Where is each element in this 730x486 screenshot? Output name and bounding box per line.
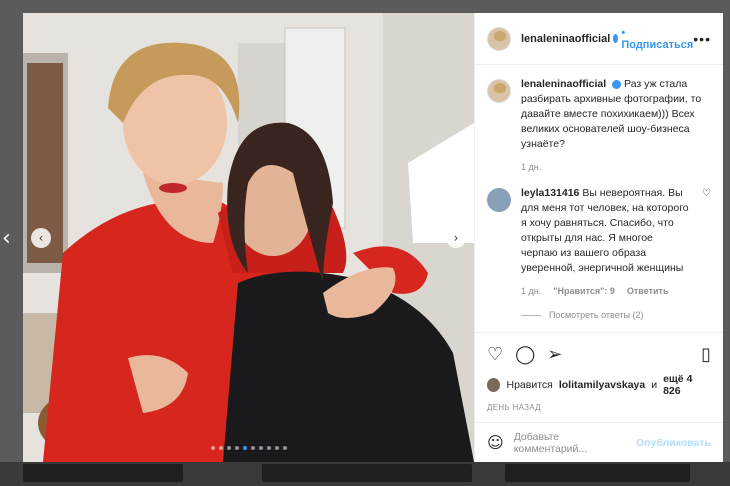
- caption-avatar[interactable]: [487, 79, 511, 103]
- carousel-dot[interactable]: [250, 446, 255, 450]
- carousel-dot-active[interactable]: [242, 446, 247, 450]
- post-actions: ♡ ◯ ➢ ▯ Нравится lolitamilyavskaya и ещё…: [475, 332, 723, 412]
- add-comment-bar: ☺ Добавьте комментарий... Опубликовать: [475, 422, 723, 462]
- share-icon[interactable]: ➢: [547, 344, 562, 365]
- likes-count[interactable]: ещё 4 826: [663, 373, 711, 397]
- add-comment-input[interactable]: Добавьте комментарий...: [514, 431, 626, 455]
- replies-divider: [521, 314, 541, 316]
- liker-avatar[interactable]: [487, 378, 501, 392]
- background-thumbnail: [262, 464, 472, 482]
- heart-icon[interactable]: ♡: [487, 344, 503, 365]
- author-avatar[interactable]: [487, 26, 511, 51]
- carousel-dot[interactable]: [226, 446, 231, 450]
- carousel-dot[interactable]: [274, 446, 279, 450]
- action-icons: ♡ ◯ ➢ ▯: [487, 341, 711, 367]
- follow-label: Подписаться: [621, 38, 694, 51]
- more-options-icon[interactable]: •••: [693, 31, 711, 47]
- post-modal: ‹ › lenaleninaofficial • Подписаться •••: [23, 13, 723, 462]
- verified-badge-icon: [612, 79, 622, 89]
- photo-illustration: [23, 13, 474, 462]
- view-replies[interactable]: Посмотреть ответы (2): [521, 310, 711, 320]
- view-replies-label[interactable]: Посмотреть ответы (2): [549, 310, 644, 320]
- carousel-dot[interactable]: [210, 446, 215, 450]
- carousel-dot[interactable]: [282, 446, 287, 450]
- comment-icon[interactable]: ◯: [515, 344, 535, 365]
- bookmark-icon[interactable]: ▯: [701, 344, 711, 365]
- liker-username[interactable]: lolitamilyavskaya: [559, 379, 645, 391]
- publish-button[interactable]: Опубликовать: [636, 437, 711, 449]
- comment-likes[interactable]: "Нравится": 9: [553, 286, 615, 296]
- photo-next-button[interactable]: ›: [446, 228, 466, 248]
- comment-meta: 1 дн. "Нравится": 9 Ответить: [521, 286, 711, 296]
- photo-previous-button[interactable]: ‹: [31, 228, 51, 248]
- background-thumbnails: [0, 462, 730, 486]
- post-date[interactable]: ДЕНЬ НАЗАД: [487, 403, 711, 412]
- likes-prefix: Нравится: [506, 379, 553, 391]
- carousel-dot[interactable]: [258, 446, 263, 450]
- comment: leyla131416 Вы невероятная. Вы для меня …: [487, 186, 711, 276]
- comment-text: Вы невероятная. Вы для меня тот человек,…: [521, 187, 689, 274]
- comments-list: lenaleninaofficial Раз уж стала разбират…: [475, 65, 723, 332]
- carousel-dots: [23, 446, 474, 450]
- post-sidebar: lenaleninaofficial • Подписаться ••• len…: [474, 13, 723, 462]
- likes-conjunction: и: [651, 379, 658, 391]
- post-header: lenaleninaofficial • Подписаться •••: [475, 13, 723, 65]
- carousel-dot[interactable]: [266, 446, 271, 450]
- likes-summary: Нравится lolitamilyavskaya и ещё 4 826: [487, 373, 711, 397]
- carousel-dot[interactable]: [218, 446, 223, 450]
- author-username[interactable]: lenaleninaofficial: [521, 33, 610, 45]
- commenter-username[interactable]: leyla131416: [521, 187, 579, 199]
- background-thumbnail: [505, 464, 690, 482]
- emoji-icon[interactable]: ☺: [487, 433, 504, 452]
- post-photo: ‹ ›: [23, 13, 474, 462]
- previous-post-arrow-icon[interactable]: ‹: [2, 226, 11, 251]
- carousel-dot[interactable]: [234, 446, 239, 450]
- comment-like-heart-icon[interactable]: ♡: [702, 186, 711, 276]
- caption-username[interactable]: lenaleninaofficial: [521, 78, 606, 90]
- verified-badge-icon: [613, 34, 619, 43]
- comment-time[interactable]: 1 дн.: [521, 286, 541, 296]
- caption: lenaleninaofficial Раз уж стала разбират…: [487, 77, 711, 152]
- caption-meta: 1 дн.: [521, 162, 711, 172]
- reply-button[interactable]: Ответить: [627, 286, 669, 296]
- follow-button[interactable]: • Подписаться: [621, 27, 693, 51]
- commenter-avatar[interactable]: [487, 188, 511, 212]
- caption-time[interactable]: 1 дн.: [521, 162, 541, 172]
- background-thumbnail: [23, 464, 183, 482]
